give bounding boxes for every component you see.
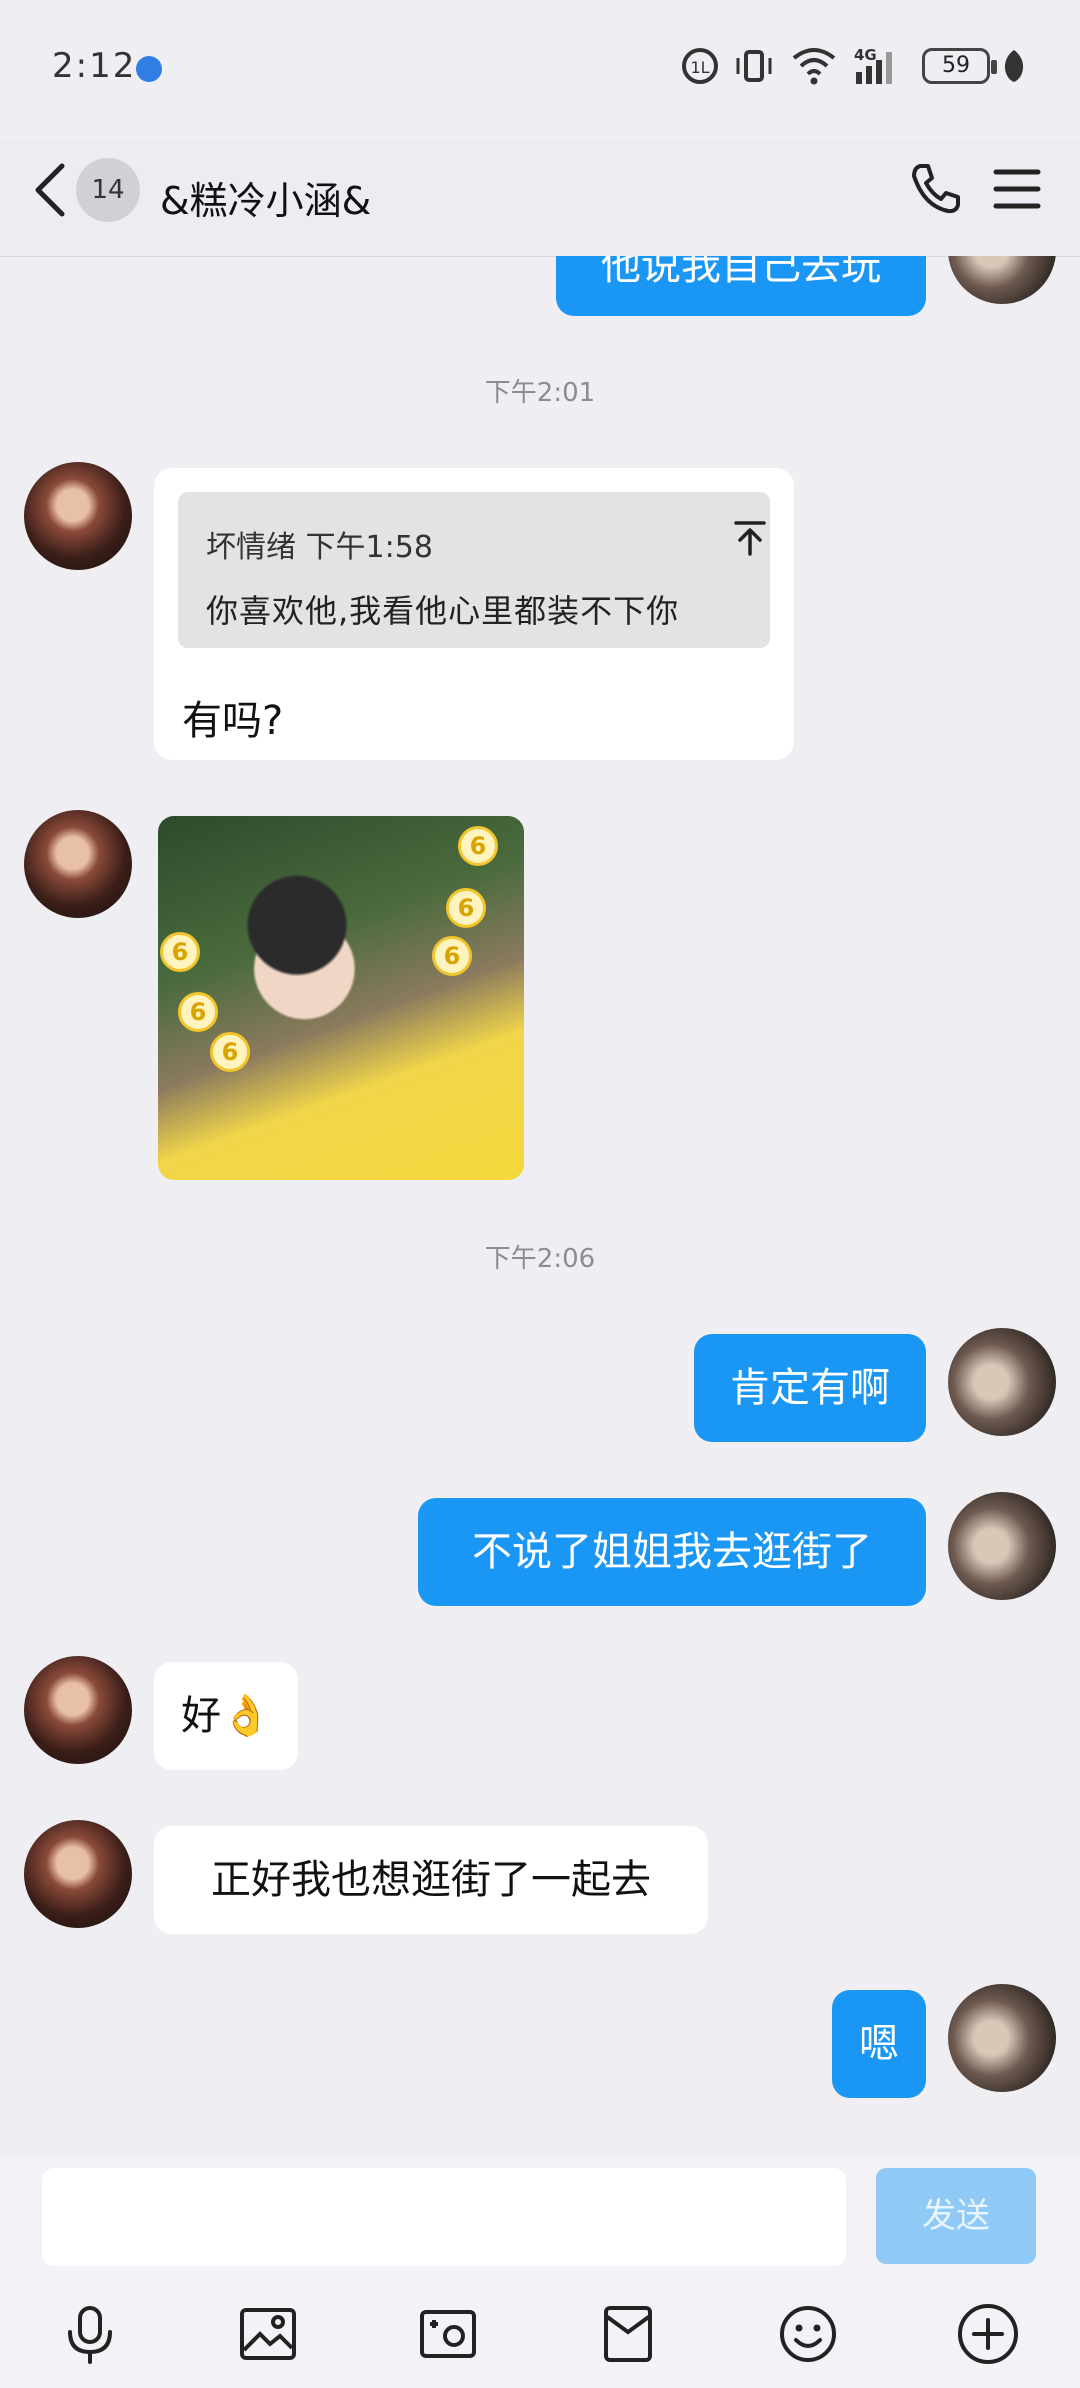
outgoing-message-bubble[interactable]: 嗯 (832, 1990, 926, 2098)
message-list[interactable]: 他说我自己去玩 下午2:01 坏情绪 下午1:58 你喜欢他,我看他心里都装不下… (0, 256, 1080, 2156)
quote-text: 你喜欢他,我看他心里都装不下你 (206, 592, 680, 630)
contact-avatar[interactable] (24, 1656, 132, 1764)
sticker-six-mark: 6 (458, 826, 498, 866)
incoming-message-bubble[interactable]: 好👌 (154, 1662, 298, 1770)
incoming-message-bubble[interactable]: 正好我也想逛街了一起去 (154, 1826, 708, 1934)
microphone-icon[interactable] (58, 2302, 122, 2366)
back-arrow-icon[interactable] (30, 162, 70, 218)
quote-sender-time: 坏情绪 下午1:58 (206, 530, 433, 565)
contact-name: &糕冷小涵& (160, 179, 372, 223)
contact-avatar[interactable] (24, 1820, 132, 1928)
my-avatar[interactable] (948, 1492, 1056, 1600)
message-text: 他说我自己去玩 (601, 256, 881, 289)
svg-text:4G: 4G (854, 46, 877, 64)
my-avatar[interactable] (948, 256, 1056, 304)
leaf-icon (1004, 50, 1024, 82)
message-text: 正好我也想逛街了一起去 (211, 1857, 651, 1903)
timestamp: 下午2:01 (484, 378, 596, 408)
sticker-six-mark: 6 (178, 992, 218, 1032)
outgoing-message-bubble[interactable]: 他说我自己去玩 (556, 256, 926, 316)
menu-icon[interactable] (992, 164, 1042, 214)
wifi-icon (792, 48, 836, 85)
outgoing-message-bubble[interactable]: 肯定有啊 (694, 1334, 926, 1442)
message-text: 肯定有啊 (730, 1365, 890, 1411)
reply-text: 有吗? (182, 698, 284, 744)
camera-icon[interactable] (416, 2302, 480, 2366)
sticker-six-mark: 6 (210, 1032, 250, 1072)
sticker-six-mark: 6 (432, 936, 472, 976)
vibrate-icon (736, 50, 772, 82)
signal-4g-icon: 4G (854, 46, 892, 84)
svg-text:1L: 1L (690, 58, 709, 77)
red-packet-icon[interactable] (596, 2302, 660, 2366)
message-text: 嗯 (859, 2021, 899, 2067)
battery-icon: 59 (922, 48, 997, 84)
status-bar: 2:12 1L 4G 59 (0, 0, 1080, 140)
my-avatar[interactable] (948, 1984, 1056, 2092)
image-icon[interactable] (236, 2302, 300, 2366)
volte-icon: 1L (682, 48, 718, 84)
quoted-message[interactable]: 坏情绪 下午1:58 你喜欢他,我看他心里都装不下你 (178, 492, 770, 648)
status-time: 2:12 (52, 46, 137, 86)
message-input[interactable] (42, 2168, 846, 2266)
plus-icon[interactable] (956, 2302, 1020, 2366)
jump-to-original-icon[interactable] (734, 520, 766, 556)
phone-call-icon[interactable] (908, 160, 964, 216)
message-text: 好👌 (181, 1693, 271, 1739)
contact-avatar[interactable] (24, 810, 132, 918)
contact-avatar[interactable] (24, 462, 132, 570)
outgoing-message-bubble[interactable]: 不说了姐姐我去逛街了 (418, 1498, 926, 1606)
emoji-icon[interactable] (776, 2302, 840, 2366)
sticker-six-mark: 6 (446, 888, 486, 928)
notification-icon (136, 56, 162, 82)
sticker-six-mark: 6 (160, 932, 200, 972)
send-button[interactable]: 发送 (876, 2168, 1036, 2264)
unread-badge: 14 (76, 158, 140, 222)
message-text: 不说了姐姐我去逛街了 (472, 1529, 872, 1575)
timestamp: 下午2:06 (484, 1244, 596, 1274)
sticker-image[interactable]: 6 6 6 6 6 6 (158, 816, 524, 1180)
incoming-reply-bubble[interactable]: 坏情绪 下午1:58 你喜欢他,我看他心里都装不下你 有吗? (154, 468, 794, 760)
my-avatar[interactable] (948, 1328, 1056, 1436)
